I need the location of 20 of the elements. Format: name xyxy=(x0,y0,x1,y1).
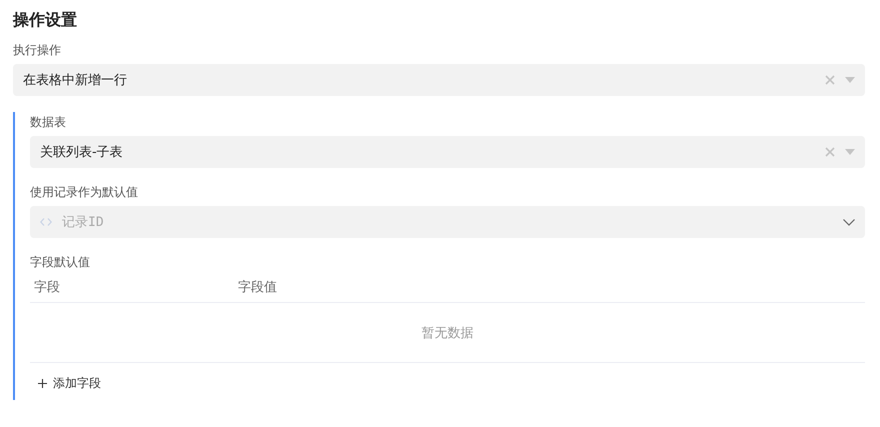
add-field-button[interactable]: 添加字段 xyxy=(30,367,109,400)
dropdown-arrow-icon[interactable] xyxy=(845,149,855,155)
action-select[interactable]: 在表格中新增一行 xyxy=(13,64,865,96)
empty-message: 暂无数据 xyxy=(422,324,474,342)
plus-icon xyxy=(38,379,47,388)
field-label: 使用记录作为默认值 xyxy=(30,184,139,200)
clear-icon[interactable] xyxy=(825,147,835,157)
record-input[interactable]: 记录ID xyxy=(62,214,843,230)
clear-icon[interactable] xyxy=(825,75,835,85)
code-icon xyxy=(40,218,52,226)
record-field[interactable]: 记录ID xyxy=(30,206,865,238)
column-header: 字段 xyxy=(33,279,61,296)
field-label: 字段默认值 xyxy=(30,254,91,270)
field-label: 执行操作 xyxy=(13,42,62,58)
column-header: 字段值 xyxy=(237,279,278,296)
section-title: 操作设置 xyxy=(13,9,78,31)
table-select[interactable]: 关联列表-子表 xyxy=(30,136,865,168)
field-label: 数据表 xyxy=(30,114,67,130)
dropdown-arrow-icon[interactable] xyxy=(845,77,855,83)
chevron-down-icon[interactable] xyxy=(843,218,855,226)
